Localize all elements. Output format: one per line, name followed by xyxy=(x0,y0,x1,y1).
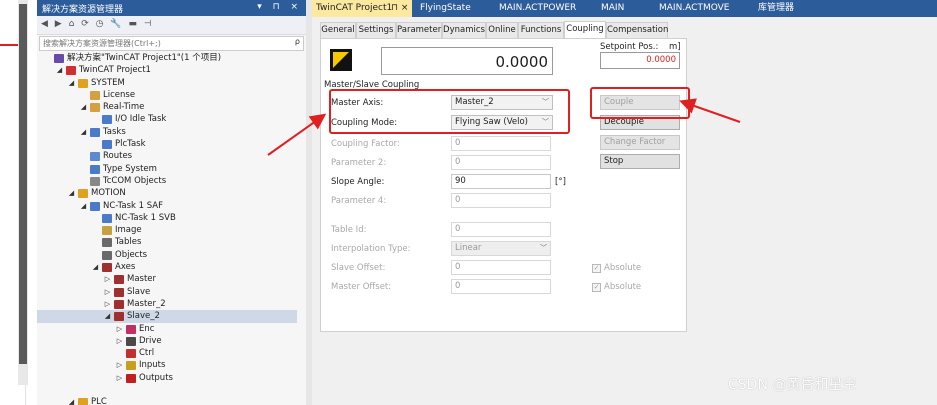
watermark: CSDN @黄昏和星空 xyxy=(728,377,857,393)
arrow-left xyxy=(267,113,327,156)
screen: 解决方案资源管理器 ▾ ⊓ × ◀ ▶ ⌂ ⟳ ◷ 🔧 ▬ ⊣ 搜索解决方案资源… xyxy=(0,0,937,405)
annotation-arrows xyxy=(267,98,741,156)
arrow-right xyxy=(679,98,741,123)
